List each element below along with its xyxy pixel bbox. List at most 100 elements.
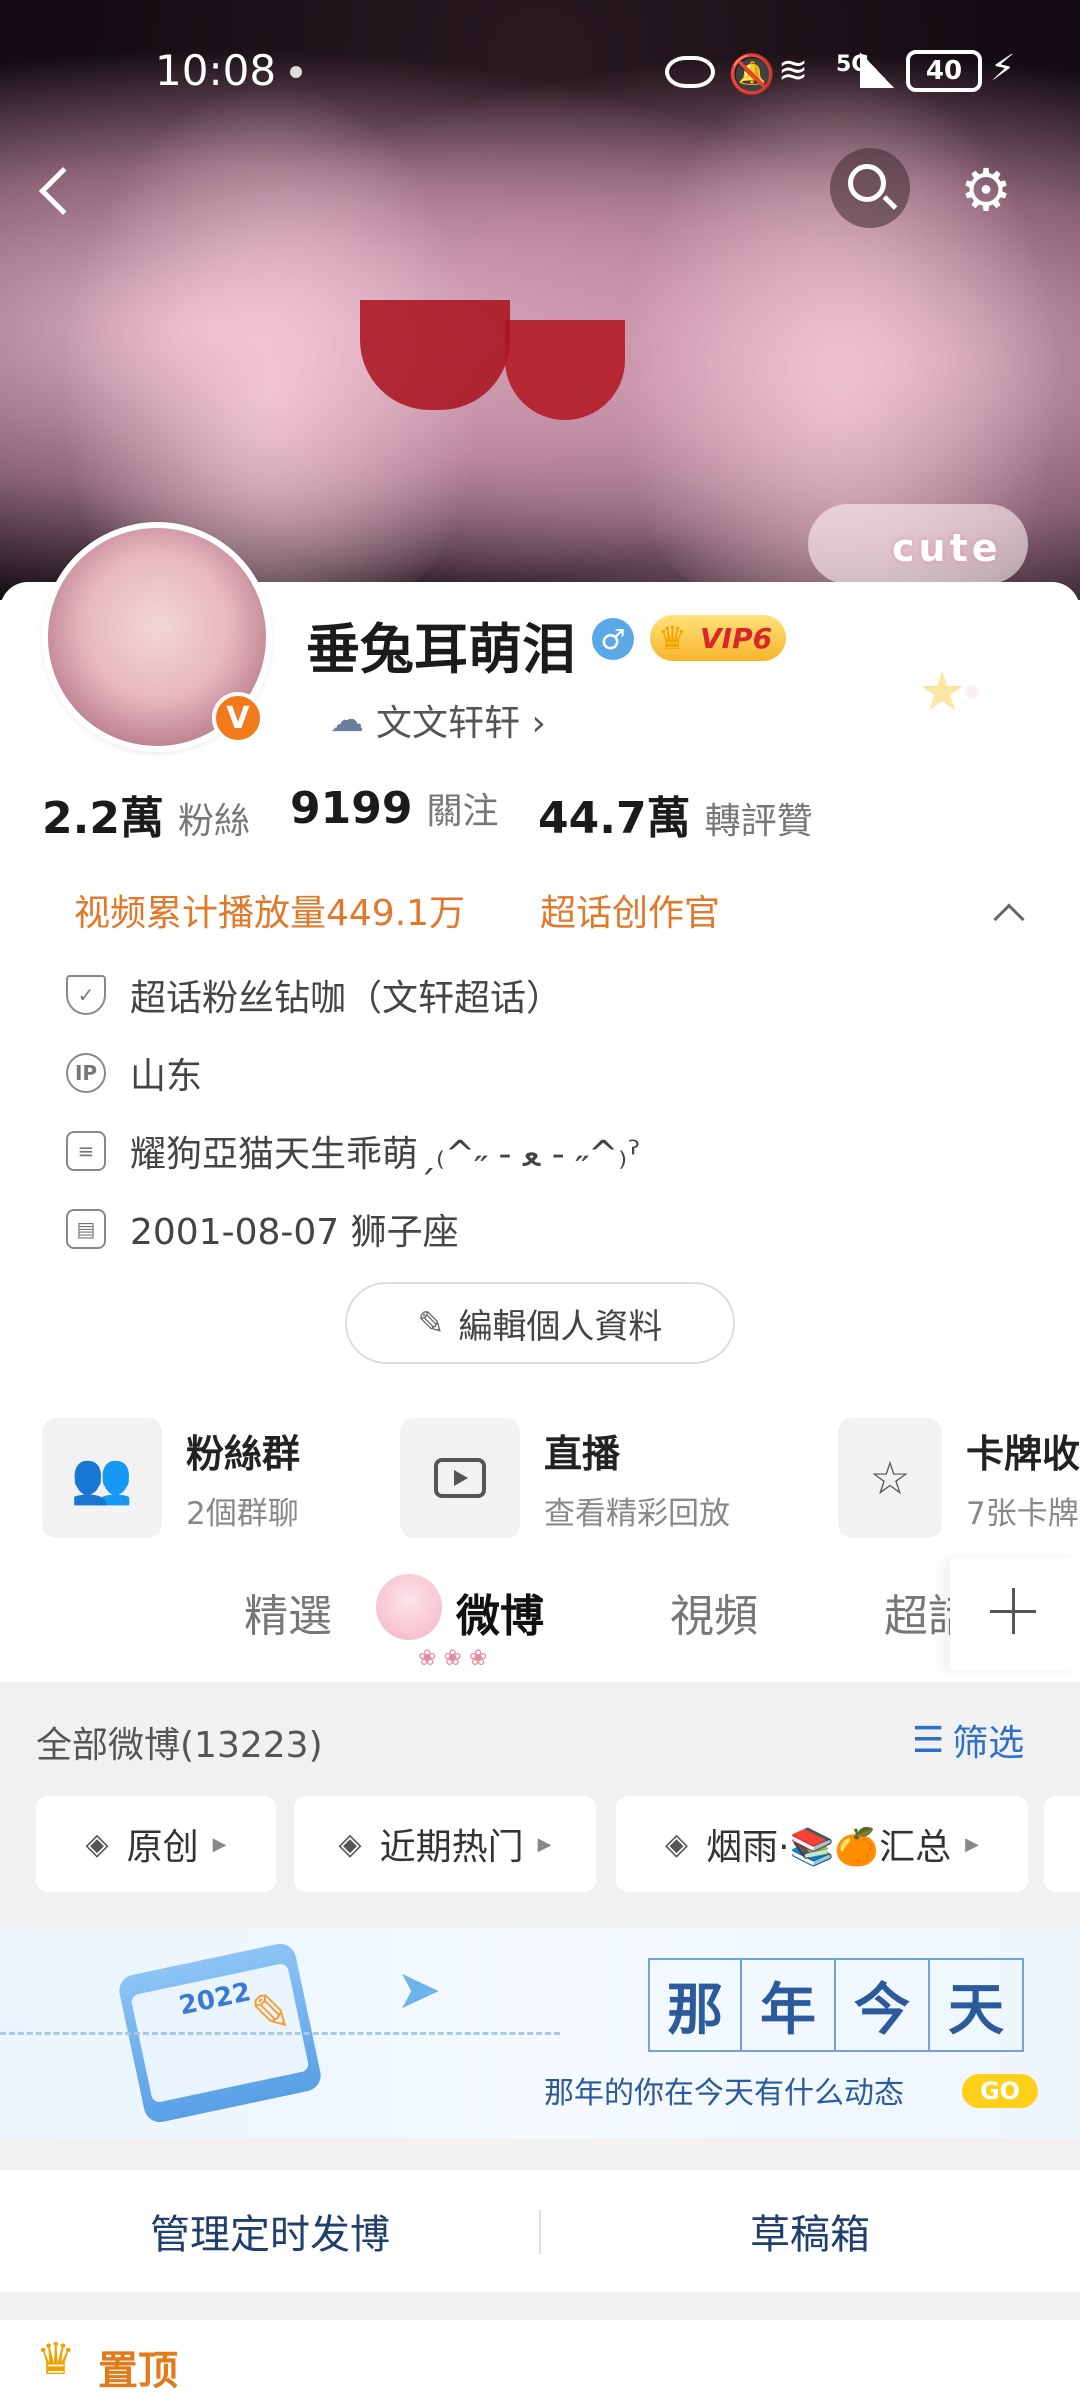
vip-label: VIP6 <box>700 621 773 655</box>
feature-title: 粉絲群 <box>186 1432 301 1476</box>
feature-fan-group[interactable]: 👥 粉絲群 2個群聊 <box>42 1416 300 1540</box>
star-decoration-icon: ★ <box>918 660 967 723</box>
cute-sticker: cute <box>892 526 1002 570</box>
info-text: 超话粉丝钻咖（文轩超话） <box>130 978 563 1019</box>
layers-icon: ◈ <box>85 1826 109 1862</box>
battery-level: 40 <box>925 56 963 86</box>
stat-value: 9199 <box>290 783 413 834</box>
topic-link[interactable]: ☁ 文文轩轩 › <box>330 694 546 746</box>
gear-icon: ⚙ <box>960 156 1012 224</box>
tab-weibo[interactable]: 微博 <box>456 1580 544 1644</box>
topic-link-label: 文文轩轩 › <box>376 703 546 744</box>
group-icon: 👥 <box>42 1418 162 1538</box>
chip-label: 原创 <box>126 1827 199 1868</box>
stat-label: 關注 <box>426 791 499 832</box>
stat-label: 粉絲 <box>177 801 250 842</box>
go-button[interactable]: GO <box>962 2074 1038 2108</box>
filter-icon: ☰ <box>912 1719 945 1761</box>
feature-subtitle: 查看精彩回放 <box>544 1496 730 1532</box>
all-posts-count: 全部微博(13223) <box>36 1725 323 1766</box>
stat-label: 轉評贊 <box>704 801 813 842</box>
chip-label: 烟雨·📚🍊汇总 <box>706 1827 952 1868</box>
play-count-honor[interactable]: 视频累计播放量449.1万 <box>74 884 465 936</box>
battery-icon: 40 <box>906 50 982 92</box>
eye-icon <box>665 56 715 88</box>
feature-subtitle: 7张卡牌 <box>965 1496 1079 1532</box>
vip-badge[interactable]: ♛ VIP6 <box>650 615 787 661</box>
feature-cards[interactable]: ☆ 卡牌收 7张卡牌 <box>838 1416 1080 1540</box>
stat-value: 2.2萬 <box>42 793 164 844</box>
chip-overflow[interactable] <box>1044 1796 1080 1892</box>
tab-weibo-sticker-icon <box>376 1574 442 1640</box>
mute-icon: 🔕 <box>728 52 776 96</box>
feature-title: 直播 <box>544 1432 621 1476</box>
stat-following[interactable]: 9199 關注 <box>290 782 498 834</box>
title-char: 那 <box>648 1958 742 2052</box>
edit-profile-label: 編輯個人資料 <box>458 1306 663 1347</box>
chip-label: 近期热门 <box>379 1827 524 1868</box>
stat-interactions[interactable]: 44.7萬 轉評贊 <box>538 782 813 846</box>
layers-icon: ◈ <box>664 1826 689 1862</box>
chevron-left-icon <box>38 166 88 216</box>
search-icon <box>848 164 886 202</box>
calendar-icon: ▤ <box>66 1209 106 1249</box>
collapse-button[interactable] <box>990 894 1030 935</box>
stat-value: 44.7萬 <box>538 793 691 844</box>
document-icon: ≡ <box>66 1131 106 1171</box>
dotted-path <box>0 2032 560 2035</box>
search-button[interactable] <box>830 148 910 228</box>
info-birthday: ▤ 2001-08-07 狮子座 <box>66 1200 966 1258</box>
male-icon: ♂ <box>592 618 634 660</box>
tab-supertopic[interactable]: 超話 <box>884 1580 950 1644</box>
tab-videos[interactable]: 視頻 <box>670 1580 758 1644</box>
info-ip-location: IP 山东 <box>66 1044 966 1102</box>
drafts-button[interactable]: 草稿箱 <box>540 2170 1080 2292</box>
wifi-icon: ≋ <box>778 50 809 91</box>
back-button[interactable] <box>30 162 90 222</box>
shield-icon: ✓ <box>66 975 106 1015</box>
charging-icon: ⚡ <box>990 48 1016 89</box>
tab-featured[interactable]: 精選 <box>244 1580 332 1644</box>
edit-profile-button[interactable]: ✎ 編輯個人資料 <box>345 1282 735 1364</box>
info-text: 2001-08-07 狮子座 <box>130 1212 459 1253</box>
filter-button[interactable]: ☰ 筛选 <box>912 1714 1024 1766</box>
title-char: 今 <box>836 1958 930 2052</box>
info-text: 耀狗亞猫天生乖萌ˏ₍^˶ - ﻌ - ˶^₎ˀ <box>130 1134 641 1175</box>
scheduled-posts-button[interactable]: 管理定时发博 <box>0 2170 540 2292</box>
pinned-label: 置顶 <box>98 2348 178 2394</box>
card-icon: ☆ <box>838 1418 942 1538</box>
crown-icon: ♛ <box>658 619 687 657</box>
strawberry-decoration-icon: ❀ ❀ ❀ <box>418 1646 488 1671</box>
ip-icon: IP <box>66 1053 106 1093</box>
signal-icon <box>860 52 894 88</box>
layers-icon: ◈ <box>338 1826 362 1862</box>
post-actions-bar: 管理定时发博 草稿箱 <box>0 2170 1080 2292</box>
status-dot-icon <box>290 66 302 78</box>
info-superfan: ✓ 超话粉丝钻咖（文轩超话） <box>66 966 966 1024</box>
add-tab-button[interactable] <box>950 1558 1080 1670</box>
creator-honor[interactable]: 超话创作官 <box>540 884 720 936</box>
info-bio: ≡ 耀狗亞猫天生乖萌ˏ₍^˶ - ﻌ - ˶^₎ˀ <box>66 1122 966 1180</box>
on-this-day-title: 那 年 今 天 <box>648 1958 1024 2052</box>
chip-recent-hot[interactable]: ◈ 近期热门 ▶ <box>294 1796 596 1892</box>
title-char: 天 <box>930 1958 1024 2052</box>
stat-followers[interactable]: 2.2萬 粉絲 <box>42 782 250 846</box>
settings-button[interactable]: ⚙ <box>956 156 1024 224</box>
info-text: 山东 <box>130 1056 203 1097</box>
on-this-day-banner[interactable]: 2022 ✎ ➤ 那 年 今 天 那年的你在今天有什么动态 <box>0 1928 1080 2138</box>
filter-label: 筛选 <box>952 1723 1025 1764</box>
feature-live[interactable]: 直播 查看精彩回放 <box>400 1416 730 1540</box>
chip-collection[interactable]: ◈ 烟雨·📚🍊汇总 ▶ <box>616 1796 1028 1892</box>
verified-badge-icon: V <box>212 692 264 744</box>
caret-right-icon: ▶ <box>965 1833 979 1855</box>
plus-icon-vertical <box>1012 1588 1015 1634</box>
caret-right-icon: ▶ <box>212 1833 227 1855</box>
tab-supertopic-clip: 超話 <box>884 1570 950 1650</box>
feature-title: 卡牌收 <box>965 1432 1080 1476</box>
username: 垂兔耳萌泪 <box>306 618 576 681</box>
chip-original[interactable]: ◈ 原创 ▶ <box>36 1796 276 1892</box>
chevron-up-icon <box>993 903 1025 935</box>
cloud-icon: ☁ <box>330 700 364 740</box>
pin-crown-icon: ♛ <box>36 2334 76 2385</box>
caret-right-icon: ▶ <box>537 1833 552 1855</box>
